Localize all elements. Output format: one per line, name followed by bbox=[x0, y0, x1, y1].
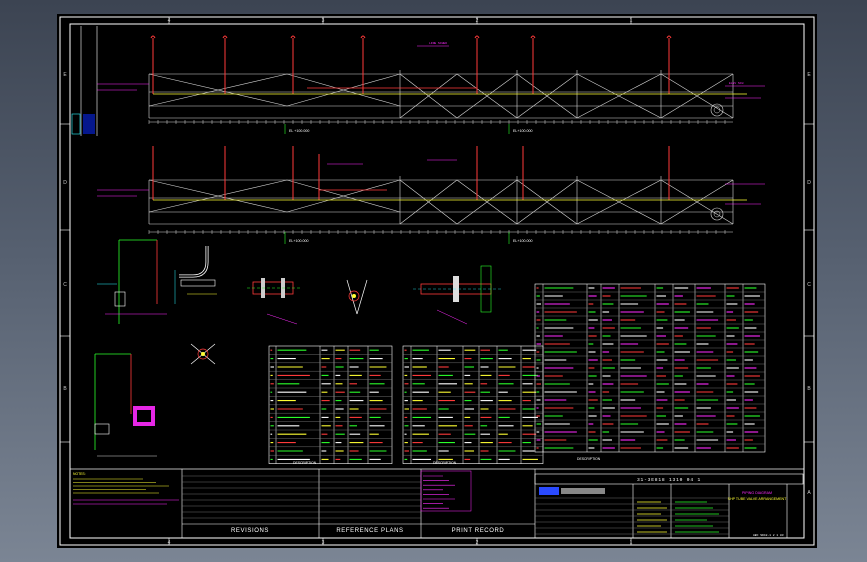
zone-letter-right: B bbox=[807, 386, 811, 392]
table-footer-label: DESCRIPTION bbox=[577, 457, 601, 461]
zone-number-bottom: 3 bbox=[322, 540, 325, 546]
zone-number-bottom: 2 bbox=[476, 540, 479, 546]
title-line-1: PIPING DIAGRAM bbox=[742, 491, 772, 495]
zone-number-bottom: 4 bbox=[168, 540, 171, 546]
plan-label: EL+100.000 bbox=[513, 129, 533, 133]
zone-letter-right: D bbox=[807, 180, 811, 186]
left-strip bbox=[71, 26, 98, 136]
plan-label: EL+100.000 bbox=[513, 239, 533, 243]
title-line-2: SHP TUBE VALVE ARRANGEMENT bbox=[728, 497, 787, 501]
revisions-label: REVISIONS bbox=[231, 528, 269, 534]
zone-letter-left: C bbox=[63, 282, 67, 288]
zone-letter-left: E bbox=[63, 72, 67, 78]
zone-number-top: 1 bbox=[630, 18, 633, 24]
zone-number-top: 3 bbox=[322, 18, 325, 24]
detail-flange bbox=[247, 278, 301, 325]
zone-letter-left: D bbox=[63, 180, 67, 186]
outer-border bbox=[59, 16, 815, 546]
table-right bbox=[534, 283, 766, 453]
cad-drawing-sheet: E D C B E D C B A 4 3 2 1 4 3 2 1 LINE S… bbox=[57, 14, 817, 548]
zone-number-bottom: 1 bbox=[630, 540, 633, 546]
table-middle bbox=[402, 345, 544, 464]
zone-number-top: 2 bbox=[476, 18, 479, 24]
zone-letter-right: C bbox=[807, 282, 811, 288]
zone-letter-left: B bbox=[63, 386, 67, 392]
drawing-number: 31-3E818 1310 04 1 bbox=[637, 477, 701, 483]
zone-number-top: 4 bbox=[168, 18, 171, 24]
title-block: NOTES: REVISIONS REFERENCE PLANS PRINT R… bbox=[69, 468, 805, 539]
notes-heading: NOTES: bbox=[73, 472, 86, 476]
plan-label: EL +100.000 bbox=[289, 129, 309, 133]
plan-label: EL+100.000 bbox=[289, 239, 309, 243]
lower-plan-view: EL+100.000 EL+100.000 bbox=[97, 146, 765, 244]
zone-letter-right: A bbox=[807, 490, 811, 496]
zone-ticks bbox=[60, 17, 814, 545]
reference-plans-label: REFERENCE PLANS bbox=[336, 528, 403, 534]
upper-plan-view: LINE SCHED ELEV SCH EL +100.000 EL+100.0… bbox=[97, 35, 765, 134]
detail-support-lower bbox=[94, 353, 157, 457]
detail-cross bbox=[190, 343, 216, 365]
detail-nozzle bbox=[413, 265, 501, 325]
table-footer-label: DESCRIPTION bbox=[293, 461, 317, 465]
svg-text:LINE SCHED: LINE SCHED bbox=[429, 42, 447, 45]
zone-letter-right: E bbox=[807, 72, 811, 78]
table-footer-label: DESCRIPTION bbox=[433, 461, 457, 465]
svg-text:ELEV SCH: ELEV SCH bbox=[729, 82, 744, 85]
detail-clamp bbox=[346, 279, 368, 315]
detail-support-left bbox=[97, 239, 167, 324]
table-left bbox=[268, 345, 393, 464]
detail-elbow bbox=[174, 246, 217, 304]
doc-code: ABC SD42-1 2 1 03 bbox=[753, 534, 784, 537]
print-record-label: PRINT RECORD bbox=[452, 528, 505, 534]
